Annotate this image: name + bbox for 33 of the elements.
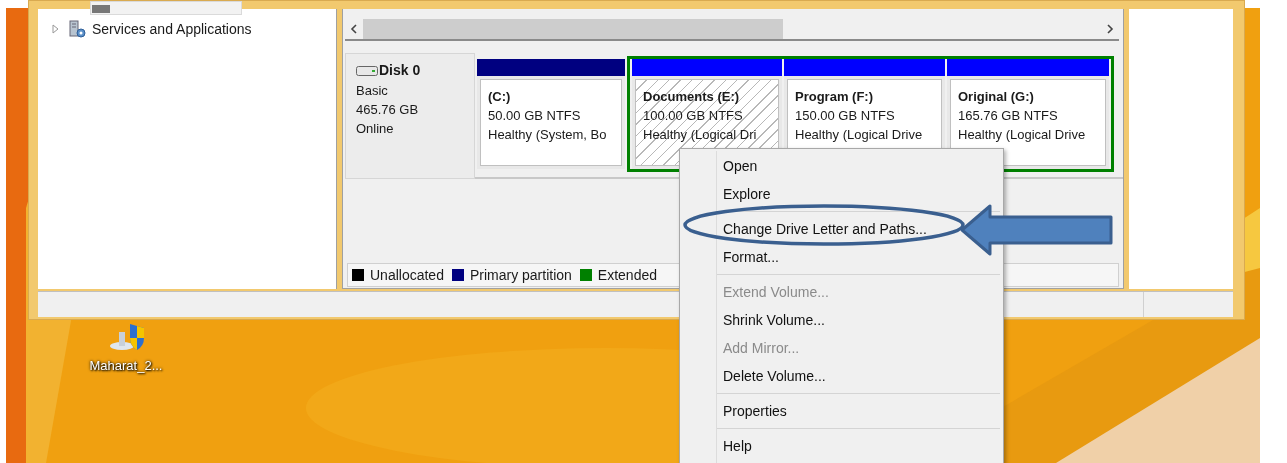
menu-item[interactable]: Delete Volume... (723, 368, 826, 384)
partition-status: Healthy (Logical Drive (958, 126, 1087, 144)
tree-item-label[interactable]: Services and Applications (92, 18, 252, 40)
legend-label: Unallocated (370, 265, 444, 285)
partition-size: 150.00 GB NTFS (795, 107, 896, 125)
tree-item-highlight[interactable] (90, 1, 242, 15)
partition-title: Documents (E:) (643, 88, 741, 106)
disk-status: Online (356, 120, 395, 138)
disk-name: Disk 0 (379, 61, 421, 80)
partition-status: Healthy (Logical Drive (795, 126, 924, 144)
partition-block[interactable]: Original (G:) 165.76 GB NTFS Healthy (Logical Drive (947, 59, 1109, 169)
partition-title: Program (F:) (795, 88, 874, 106)
partition-title: Original (G:) (958, 88, 1035, 106)
menu-item[interactable]: Shrink Volume... (723, 312, 825, 328)
scrollbar-thumb[interactable] (363, 19, 783, 39)
partition-size: 50.00 GB NTFS (488, 107, 582, 125)
menu-item[interactable]: Help (723, 438, 752, 454)
disk-size: 465.76 GB (356, 101, 420, 119)
partition-size: 165.76 GB NTFS (958, 107, 1059, 125)
partition-status: Healthy (Logical Dri (643, 126, 758, 144)
legend-label: Extended (597, 265, 658, 285)
disk-type: Basic (356, 82, 389, 100)
disk-info-panel[interactable]: Disk 0 Basic 465.76 GB Online (345, 53, 475, 179)
partition-title: (C:) (488, 88, 512, 106)
partition-status: Healthy (System, Bo (488, 126, 608, 144)
horizontal-scrollbar[interactable] (345, 19, 1119, 41)
menu-item[interactable]: Properties (723, 403, 787, 419)
menu-item[interactable]: Format... (723, 249, 779, 265)
partition-block[interactable]: (C:) 50.00 GB NTFS Healthy (System, Bo (477, 59, 625, 169)
server-gear-icon (68, 20, 86, 38)
legend-label: Primary partition (469, 265, 572, 285)
menu-item[interactable]: Explore (723, 186, 771, 202)
partition-size: 100.00 GB NTFS (643, 107, 744, 125)
